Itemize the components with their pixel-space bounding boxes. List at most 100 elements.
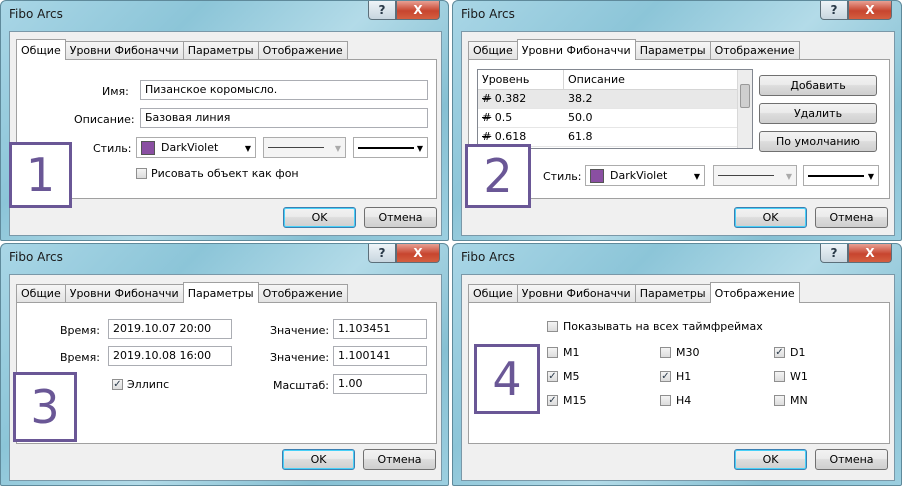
column-header-level[interactable]: Уровень [478, 70, 564, 90]
tab-page: Имя: Пизанское коромысло. Описание: Базо… [16, 59, 437, 199]
ok-button[interactable]: OK [734, 449, 807, 470]
timeframe-checkbox-w1[interactable] [774, 371, 785, 382]
timeframe-label-m1: M1 [563, 346, 580, 359]
tab-parameters[interactable]: Параметры [634, 41, 711, 59]
line-style-select[interactable]: ▼ [713, 165, 797, 186]
default-levels-button[interactable]: По умолчанию [759, 131, 877, 152]
all-timeframes-checkbox[interactable] [547, 321, 558, 332]
description-value: 61.8 [568, 130, 593, 143]
ok-button[interactable]: OK [734, 207, 807, 228]
style-label: Стиль: [543, 170, 582, 183]
tab-display[interactable]: Отображение [709, 282, 800, 303]
close-button[interactable]: X [848, 244, 892, 263]
background-label: Рисовать объект как фон [151, 167, 299, 180]
ok-button[interactable]: OK [282, 449, 355, 470]
tab-page: Уровень Описание # 0.382 38.2 # 0.5 50.0… [468, 59, 890, 199]
dialog-title: Fibo Arcs [9, 250, 63, 264]
timeframe-checkbox-m5[interactable]: ✓ [547, 371, 558, 382]
value-field-2[interactable]: 1.100141 [333, 346, 427, 366]
name-field[interactable]: Пизанское коромысло. [140, 80, 428, 100]
timeframe-label-d1: D1 [790, 346, 806, 359]
levels-list[interactable]: Уровень Описание # 0.382 38.2 # 0.5 50.0… [477, 69, 753, 149]
tab-parameters[interactable]: Параметры [182, 41, 259, 59]
ellipse-checkbox[interactable]: ✓ [112, 379, 123, 390]
close-button[interactable]: X [396, 1, 440, 20]
ellipse-label: Эллипс [127, 378, 170, 391]
tab-display[interactable]: Отображение [709, 41, 800, 59]
cancel-button[interactable]: Отмена [363, 449, 436, 470]
step-number-badge: 4 [474, 344, 540, 414]
color-swatch [141, 140, 155, 155]
ok-button[interactable]: OK [283, 207, 356, 228]
tab-fibo-levels[interactable]: Уровни Фибоначчи [64, 284, 184, 302]
tab-strip: Общие Уровни Фибоначчи Параметры Отображ… [16, 38, 348, 60]
line-style-glyph [268, 147, 324, 148]
scroll-thumb[interactable] [740, 84, 750, 108]
color-value: DarkViolet [161, 141, 219, 154]
close-button[interactable]: X [848, 1, 892, 20]
background-checkbox[interactable] [136, 168, 147, 179]
column-header-description[interactable]: Описание [564, 70, 740, 90]
scale-field[interactable]: 1.00 [333, 374, 427, 394]
line-width-select[interactable]: ▼ [803, 165, 879, 186]
close-button[interactable]: X [396, 244, 440, 263]
timeframe-label-m30: M30 [676, 346, 700, 359]
value-field-1[interactable]: 1.103451 [333, 319, 427, 339]
description-value: 38.2 [568, 92, 593, 105]
step-number-badge: 2 [465, 144, 531, 208]
color-select[interactable]: DarkViolet ▼ [136, 137, 256, 158]
tab-general[interactable]: Общие [16, 284, 66, 302]
tab-fibo-levels[interactable]: Уровни Фибоначчи [64, 41, 184, 59]
chevron-down-icon: ▼ [867, 172, 874, 181]
cancel-button[interactable]: Отмена [364, 207, 437, 228]
tab-general[interactable]: Общие [468, 41, 518, 59]
timeframe-checkbox-h1[interactable]: ✓ [660, 371, 671, 382]
line-width-select[interactable]: ▼ [353, 137, 428, 158]
timeframe-checkbox-m1[interactable] [547, 347, 558, 358]
timeframe-checkbox-d1[interactable]: ✓ [774, 347, 785, 358]
help-button[interactable]: ? [820, 1, 848, 20]
tab-parameters[interactable]: Параметры [634, 284, 711, 302]
delete-level-button[interactable]: Удалить [759, 103, 877, 124]
time-field-1[interactable]: 2019.10.07 20:00 [108, 319, 232, 339]
hash-icon: # [482, 111, 492, 124]
line-width-glyph [358, 146, 414, 149]
timeframe-label-m15: M15 [563, 394, 587, 407]
help-button[interactable]: ? [368, 244, 396, 263]
dialog-client: Общие Уровни Фибоначчи Параметры Отображ… [9, 31, 442, 236]
time-field-2[interactable]: 2019.10.08 16:00 [108, 346, 232, 366]
help-button[interactable]: ? [368, 1, 396, 20]
help-button[interactable]: ? [820, 244, 848, 263]
timeframe-checkbox-h4[interactable] [660, 395, 671, 406]
add-level-button[interactable]: Добавить [759, 75, 877, 96]
level-value: 0.618 [494, 130, 527, 143]
scrollbar[interactable] [737, 70, 752, 148]
description-label: Описание: [74, 113, 135, 126]
cancel-button[interactable]: Отмена [815, 449, 888, 470]
step-number-badge: 3 [13, 372, 77, 442]
chevron-down-icon: ▼ [785, 172, 792, 181]
timeframe-label-h4: H4 [676, 394, 692, 407]
tab-display[interactable]: Отображение [257, 41, 348, 59]
tab-parameters[interactable]: Параметры [182, 282, 259, 303]
cancel-button[interactable]: Отмена [815, 207, 888, 228]
list-item[interactable]: # 0.382 38.2 [478, 90, 740, 109]
tab-general[interactable]: Общие [468, 284, 518, 302]
tab-general[interactable]: Общие [16, 39, 66, 60]
timeframe-checkbox-mn[interactable] [774, 395, 785, 406]
tab-fibo-levels[interactable]: Уровни Фибоначчи [516, 39, 636, 60]
name-label: Имя: [102, 85, 129, 98]
time-label-1: Время: [60, 324, 100, 337]
description-field[interactable]: Базовая линия [140, 108, 428, 128]
timeframe-label-w1: W1 [790, 370, 808, 383]
chevron-down-icon: ▼ [693, 172, 700, 181]
timeframe-checkbox-m30[interactable] [660, 347, 671, 358]
tab-fibo-levels[interactable]: Уровни Фибоначчи [516, 284, 636, 302]
hash-icon: # [482, 92, 492, 105]
timeframe-checkbox-m15[interactable]: ✓ [547, 395, 558, 406]
color-select[interactable]: DarkViolet ▼ [585, 165, 705, 186]
line-style-select[interactable]: ▼ [263, 137, 346, 158]
chevron-down-icon: ▼ [334, 144, 341, 153]
tab-display[interactable]: Отображение [257, 284, 348, 302]
list-item[interactable]: # 0.5 50.0 [478, 109, 740, 128]
